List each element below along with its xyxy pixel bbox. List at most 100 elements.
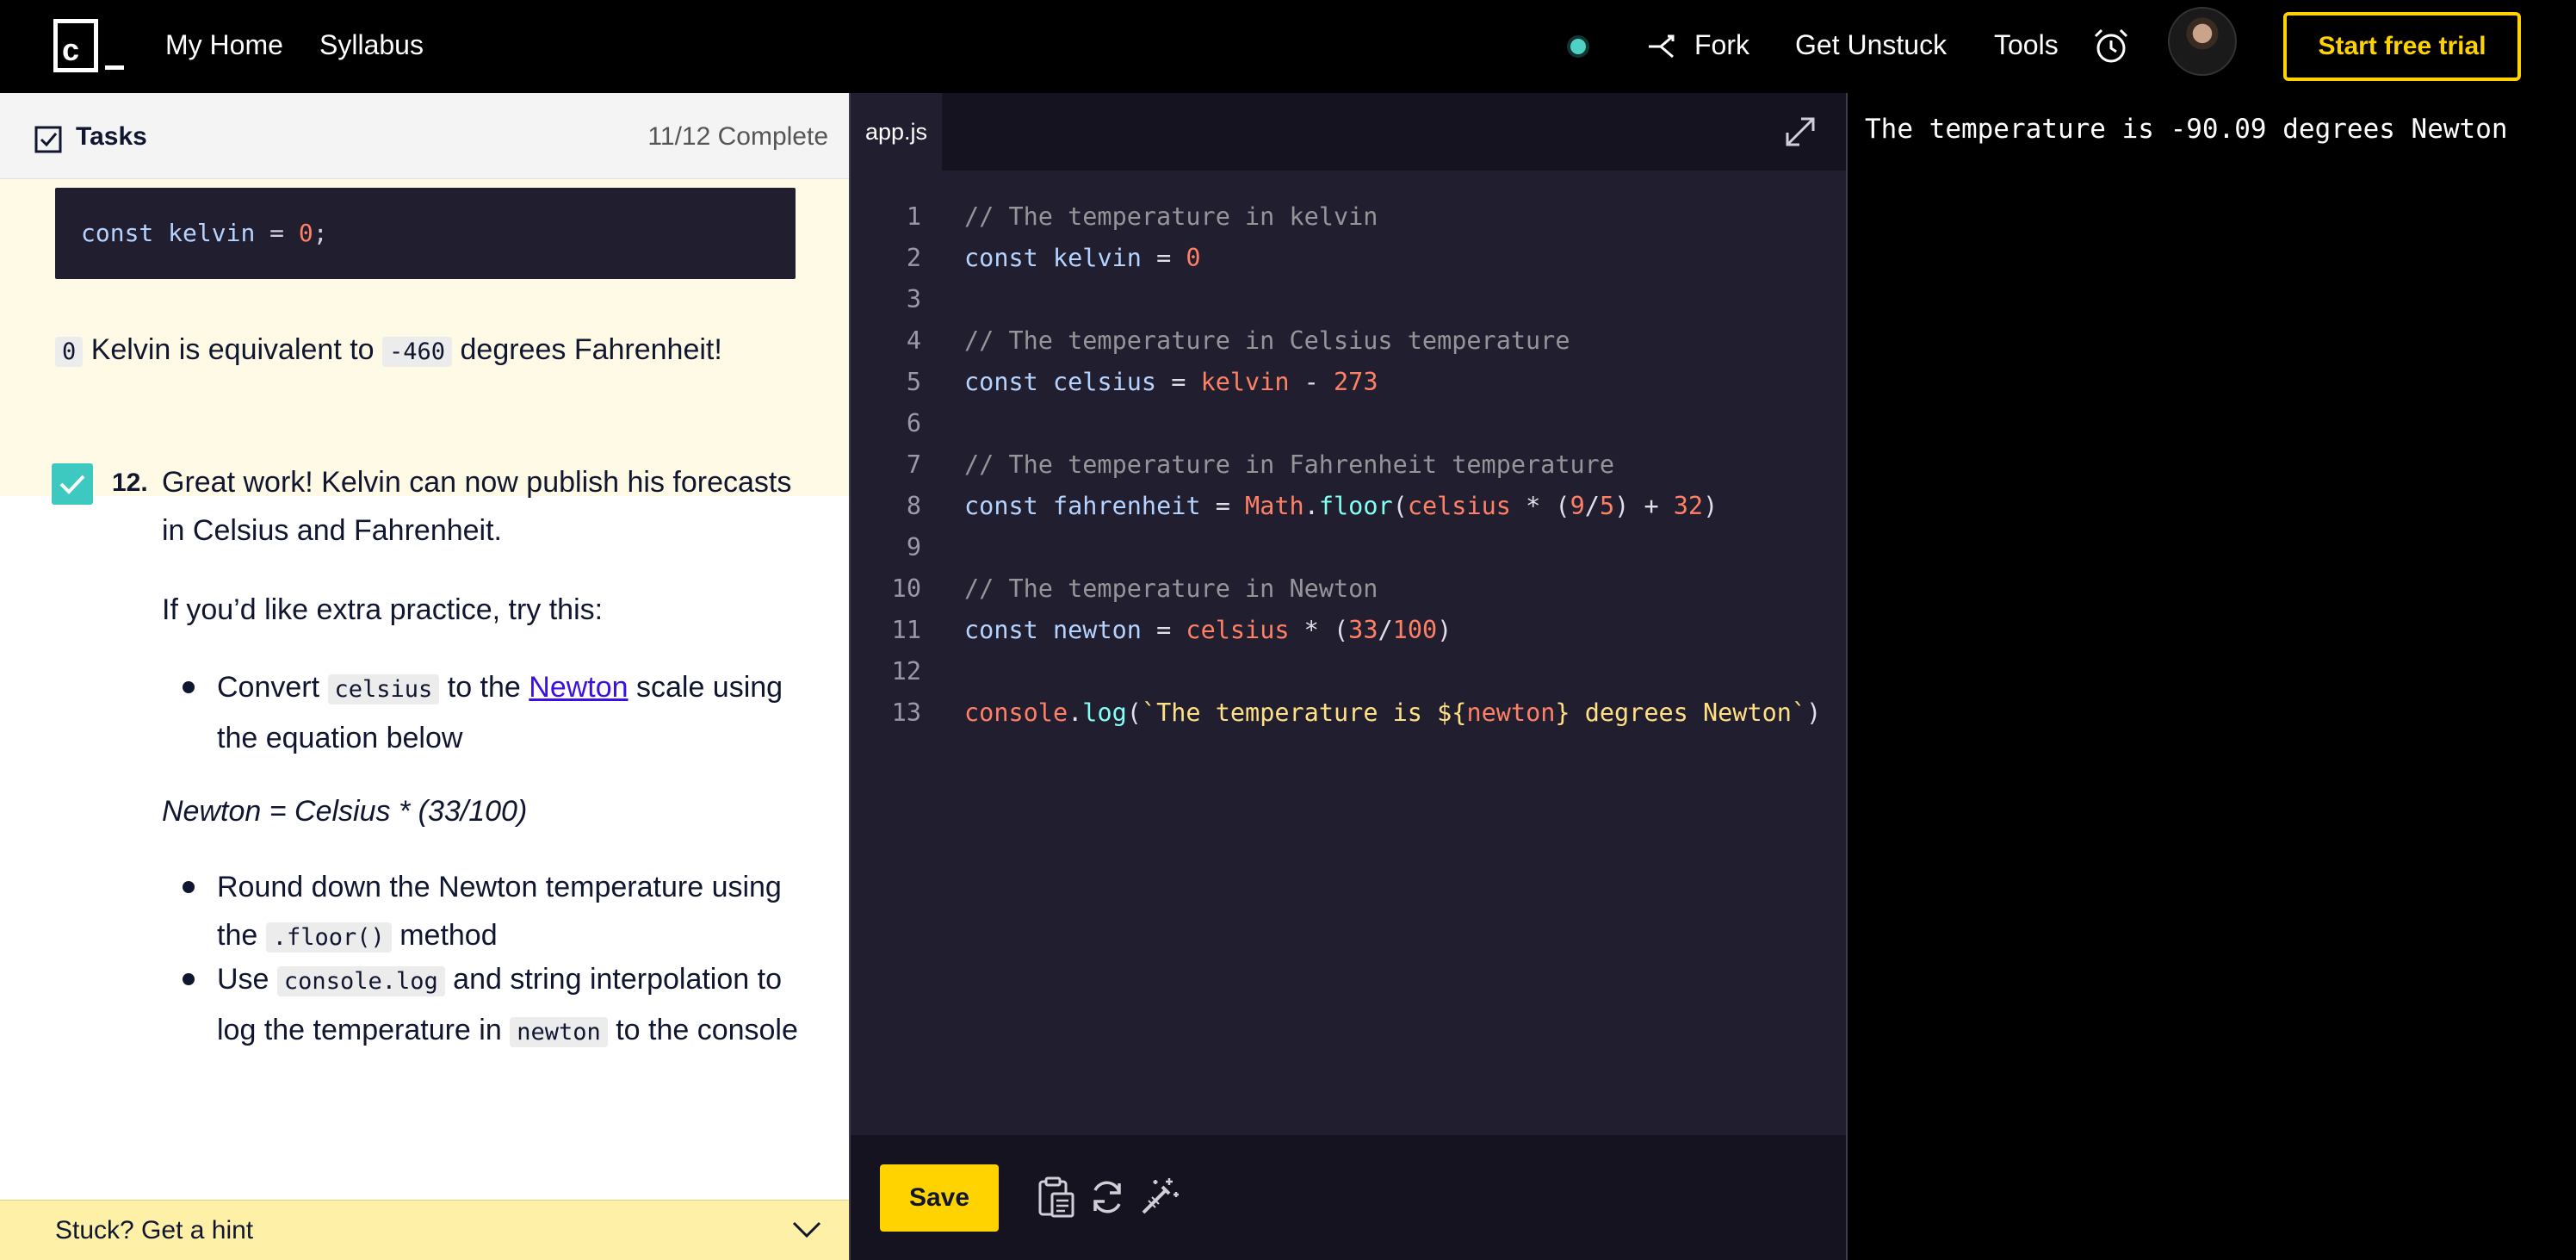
code-token: celsius bbox=[1407, 492, 1511, 520]
alarm-clock-icon[interactable] bbox=[2090, 26, 2132, 67]
text-span: method bbox=[391, 919, 498, 952]
newton-formula: Newton = Celsius * (33/100) bbox=[162, 795, 528, 828]
inline-code: celsius bbox=[327, 674, 440, 704]
code-token: * bbox=[1510, 492, 1556, 520]
code-token: log bbox=[1082, 698, 1127, 727]
code-token: = bbox=[1200, 492, 1246, 520]
console-output: The temperature is -90.09 degrees Newton bbox=[1865, 114, 2508, 145]
get-unstuck-button[interactable]: Get Unstuck bbox=[1795, 28, 1947, 62]
text-span: to the console bbox=[607, 1014, 798, 1046]
code-token: - bbox=[1289, 368, 1334, 396]
code-token: console bbox=[964, 698, 1068, 727]
code-token: 5 bbox=[1599, 492, 1615, 520]
previous-step-block: const kelvin = 0; 0 Kelvin is equivalent… bbox=[0, 179, 849, 496]
step-complete-checkbox[interactable] bbox=[52, 463, 93, 505]
code-token: celsius bbox=[1186, 616, 1290, 644]
line-number: 3 bbox=[906, 285, 921, 313]
tasks-header[interactable]: Tasks 11/12 Complete bbox=[0, 93, 849, 179]
code-content: const newton = celsius * (33/100) bbox=[964, 616, 1452, 644]
start-free-trial-button[interactable]: Start free trial bbox=[2283, 12, 2521, 81]
code-token: + bbox=[1629, 492, 1674, 520]
bullet-dot bbox=[183, 973, 195, 985]
fork-button[interactable]: Fork bbox=[1694, 28, 1749, 62]
line-number: 12 bbox=[891, 657, 921, 686]
code-operator: = bbox=[269, 219, 285, 247]
code-line: 12 bbox=[851, 651, 1848, 692]
line-number: 4 bbox=[906, 326, 921, 355]
inline-code: newton bbox=[510, 1017, 608, 1047]
save-button[interactable]: Save bbox=[880, 1164, 999, 1232]
magic-wand-icon[interactable] bbox=[1136, 1175, 1181, 1220]
output-panel: The temperature is -90.09 degrees Newton bbox=[1846, 93, 2576, 1260]
code-editor: app.js 1 // The temperature in kelvin 2 co… bbox=[849, 93, 1848, 1260]
code-token: * bbox=[1289, 616, 1334, 644]
code-line: 8 const fahrenheit = Math.floor(celsius *… bbox=[851, 486, 1848, 527]
code-content: const celsius = kelvin - 273 bbox=[964, 362, 1378, 403]
line-number: 13 bbox=[891, 698, 921, 727]
check-icon bbox=[59, 475, 85, 494]
line-number: 9 bbox=[906, 533, 921, 562]
inline-code: .floor() bbox=[265, 922, 392, 953]
code-token: Math bbox=[1245, 492, 1304, 520]
user-avatar[interactable] bbox=[2168, 7, 2237, 76]
code-content: const fahrenheit = Math.floor(celsius * … bbox=[964, 492, 1718, 520]
nav-my-home[interactable]: My Home bbox=[165, 28, 283, 62]
code-line: 2 const kelvin = 0 bbox=[851, 238, 1848, 279]
code-area[interactable]: 1 // The temperature in kelvin 2 const kel… bbox=[851, 196, 1848, 734]
code-token: 33 bbox=[1348, 616, 1378, 644]
code-comment: // The temperature in Fahrenheit tempera… bbox=[964, 450, 1614, 479]
line-number: 11 bbox=[891, 616, 921, 644]
hint-bar[interactable]: Stuck? Get a hint bbox=[0, 1200, 849, 1260]
code-semicolon: ; bbox=[313, 219, 328, 247]
step-intro: Great work! Kelvin can now publish his f… bbox=[162, 466, 792, 547]
code-comment: // The temperature in Celsius temperatur… bbox=[964, 326, 1570, 355]
code-line: 5 const celsius = kelvin - 273 bbox=[851, 362, 1848, 403]
step-number: 12. bbox=[112, 469, 148, 497]
top-navbar: c My Home Syllabus Fork Get Unstuck Tool… bbox=[0, 0, 2576, 93]
editor-tabbar: app.js bbox=[851, 93, 1848, 171]
code-content: const kelvin = 0 bbox=[964, 238, 1201, 279]
file-tab-app-js[interactable]: app.js bbox=[851, 93, 942, 171]
code-line: 7 // The temperature in Fahrenheit temper… bbox=[851, 444, 1848, 486]
code-line: 11 const newton = celsius * (33/100) bbox=[851, 610, 1848, 651]
code-token: fahrenheit bbox=[1052, 492, 1201, 520]
inline-code: console.log bbox=[276, 966, 445, 996]
code-token: 273 bbox=[1334, 368, 1378, 396]
code-identifier: kelvin bbox=[168, 219, 256, 247]
code-token: celsius bbox=[1052, 368, 1157, 396]
codecademy-logo[interactable]: c bbox=[53, 19, 124, 74]
text-span: Use bbox=[217, 963, 277, 996]
code-line: 4 // The temperature in Celsius temperatu… bbox=[851, 320, 1848, 362]
code-token: 100 bbox=[1392, 616, 1438, 644]
hint-label: Stuck? Get a hint bbox=[55, 1216, 254, 1244]
clipboard-icon[interactable] bbox=[1033, 1175, 1078, 1220]
nav-syllabus[interactable]: Syllabus bbox=[319, 28, 424, 62]
code-token: 0 bbox=[1186, 244, 1201, 272]
text-span: Convert bbox=[217, 671, 328, 704]
refresh-icon[interactable] bbox=[1085, 1175, 1130, 1220]
bullet-convert: Convert celsius to the Newton scale usin… bbox=[217, 663, 820, 762]
checkbox-icon bbox=[34, 126, 62, 153]
logo-underscore bbox=[105, 65, 124, 70]
fork-icon[interactable] bbox=[1647, 31, 1678, 62]
step-practice: If you’d like extra practice, try this: bbox=[162, 593, 604, 626]
inline-code: 0 bbox=[55, 337, 84, 367]
bullet-dot bbox=[183, 681, 195, 693]
code-line: 6 bbox=[851, 403, 1848, 444]
line-number: 5 bbox=[906, 368, 921, 396]
code-token: = bbox=[1141, 244, 1186, 272]
code-line: 9 bbox=[851, 527, 1848, 568]
line-number: 8 bbox=[906, 492, 921, 520]
code-token: `The temperature is ${ bbox=[1141, 698, 1467, 727]
expand-icon[interactable] bbox=[1784, 115, 1817, 148]
tools-button[interactable]: Tools bbox=[1994, 28, 2059, 62]
chevron-down-icon bbox=[792, 1221, 821, 1238]
code-token: kelvin bbox=[1052, 244, 1142, 272]
logo-letter: c bbox=[62, 32, 80, 67]
text-span: degrees Fahrenheit! bbox=[452, 333, 722, 366]
code-token: kelvin bbox=[1200, 368, 1290, 396]
instructions-panel: Tasks 11/12 Complete const kelvin = 0; 0… bbox=[0, 93, 849, 1260]
code-token: 32 bbox=[1673, 492, 1704, 520]
newton-link[interactable]: Newton bbox=[529, 671, 628, 704]
code-token: const bbox=[964, 368, 1038, 396]
